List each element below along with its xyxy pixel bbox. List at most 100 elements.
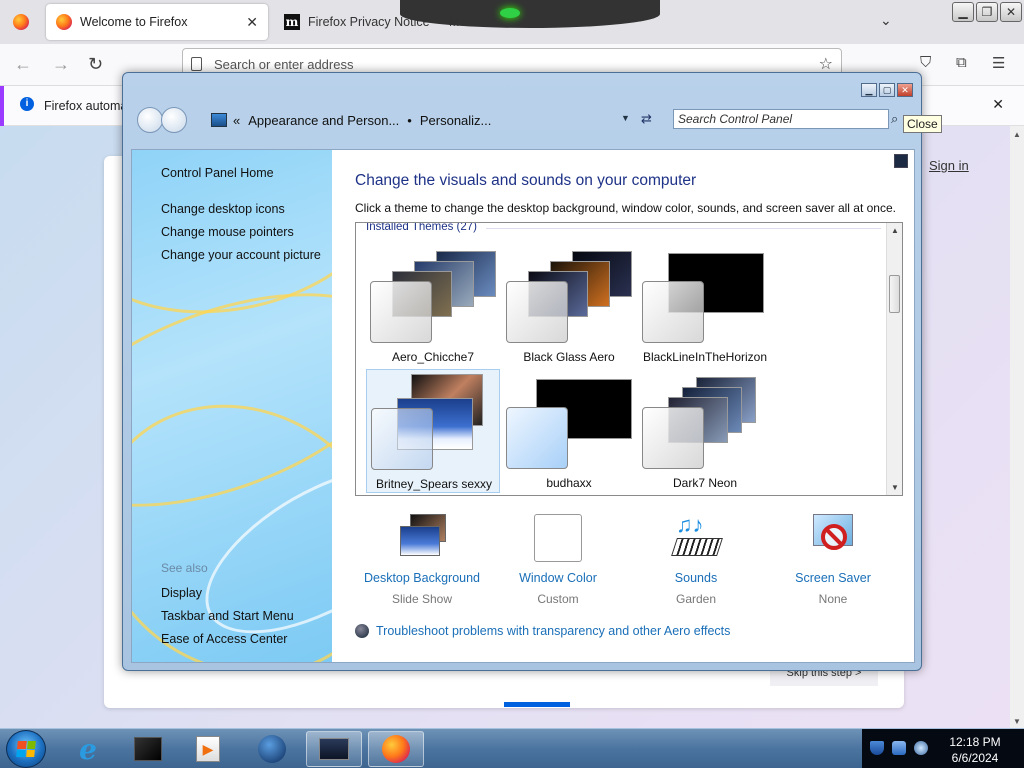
- help-icon[interactable]: [894, 154, 908, 168]
- chevron-down-icon[interactable]: ⌄: [880, 12, 892, 29]
- setting-value: None: [818, 592, 848, 606]
- cp-maximize-button[interactable]: ▢: [879, 83, 895, 97]
- screen-saver-setting[interactable]: Screen Saver None: [768, 512, 898, 606]
- cp-close-button[interactable]: ✕: [897, 83, 913, 97]
- pocket-icon[interactable]: ⛉: [920, 54, 931, 71]
- theme-blacklineinthehorizon[interactable]: BlackLineInTheHorizon: [638, 243, 772, 367]
- search-icon[interactable]: ⌕: [891, 111, 898, 127]
- security-shield-icon[interactable]: [870, 741, 884, 755]
- scroll-down-icon[interactable]: ▼: [891, 483, 899, 492]
- firefox-icon: [382, 735, 410, 763]
- windows-logo-icon: [16, 741, 36, 757]
- theme-color-swatch: [370, 281, 432, 343]
- firefox-tab-bar: Welcome to Firefox ✕ m Firefox Privacy N…: [0, 0, 1024, 44]
- clock-time: 12:18 PM: [949, 735, 1001, 749]
- tab-welcome[interactable]: Welcome to Firefox ✕: [46, 4, 268, 40]
- minimize-button[interactable]: ▁: [952, 2, 974, 22]
- onboarding-progress: [504, 702, 570, 707]
- network-icon[interactable]: [892, 741, 906, 755]
- theme-dark7-neon[interactable]: Dark7 Neon: [638, 369, 772, 493]
- firefox-view-button[interactable]: [0, 4, 42, 40]
- notice-text: Firefox automa: [44, 99, 128, 113]
- taskbar-internet-explorer[interactable]: e: [60, 731, 116, 767]
- system-tray: 12:18 PM 6/6/2024: [862, 729, 1024, 768]
- menu-icon[interactable]: ☰: [992, 54, 1005, 72]
- sidebar-link-mouse-pointers[interactable]: Change mouse pointers: [161, 225, 294, 239]
- sidebar-link-desktop-icons[interactable]: Change desktop icons: [161, 202, 285, 216]
- sidebar-link-home[interactable]: Control Panel Home: [161, 166, 274, 180]
- scroll-up-icon[interactable]: ▲: [891, 226, 899, 235]
- reload-icon[interactable]: ↻: [88, 54, 103, 75]
- troubleshoot-link[interactable]: Troubleshoot problems with transparency …: [355, 624, 730, 638]
- sounds-icon: ♫♪: [670, 512, 723, 562]
- desktop-background-icon: [396, 512, 448, 562]
- cp-search-input[interactable]: Search Control Panel: [673, 109, 889, 129]
- theme-list-scrollbar[interactable]: ▲ ▼: [886, 223, 902, 495]
- forward-arrow-icon[interactable]: →: [52, 54, 70, 75]
- personalization-window: ▁ ▢ ✕ « Appearance and Person... • Perso…: [122, 72, 922, 671]
- info-icon: i: [20, 97, 34, 111]
- scroll-thumb[interactable]: [889, 275, 900, 313]
- window-color-setting[interactable]: Window Color Custom: [493, 512, 623, 606]
- internet-explorer-icon: e: [79, 732, 97, 766]
- refresh-icon[interactable]: ⇄: [641, 111, 652, 127]
- theme-name: Aero_Chicche7: [391, 350, 475, 364]
- close-icon[interactable]: ✕: [992, 96, 1004, 113]
- breadcrumb-item-appearance[interactable]: Appearance and Person...: [248, 113, 399, 128]
- setting-label: Sounds: [674, 571, 718, 585]
- theme-name: Black Glass Aero: [523, 350, 615, 364]
- taskbar: e ▶ 12:18 PM 6/6/2024: [0, 728, 1024, 768]
- page-scrollbar[interactable]: ▲ ▼: [1010, 126, 1024, 730]
- screen-saver-icon: [807, 512, 859, 562]
- sidebar-link-account-picture[interactable]: Change your account picture: [161, 248, 321, 262]
- theme-color-swatch: [642, 281, 704, 343]
- page-icon: [191, 57, 202, 71]
- taskbar-app-black[interactable]: [120, 731, 176, 767]
- cp-forward-button[interactable]: [161, 107, 187, 133]
- tab-title: Welcome to Firefox: [80, 15, 188, 29]
- breadcrumb: « Appearance and Person... • Personaliz.…: [211, 109, 711, 131]
- taskbar-control-panel[interactable]: [306, 731, 362, 767]
- extensions-icon[interactable]: ⧉: [956, 54, 967, 71]
- theme-black-glass-aero[interactable]: Black Glass Aero: [502, 243, 636, 367]
- sidebar-link-taskbar[interactable]: Taskbar and Start Menu: [161, 609, 294, 623]
- clock[interactable]: 12:18 PM 6/6/2024: [936, 734, 1014, 766]
- theme-budhaxx[interactable]: budhaxx: [502, 369, 636, 493]
- sign-in-link[interactable]: Sign in: [929, 158, 969, 173]
- maximize-button[interactable]: ❐: [976, 2, 998, 22]
- cp-back-button[interactable]: [137, 107, 163, 133]
- back-arrow-icon[interactable]: ←: [14, 54, 32, 75]
- setting-label: Screen Saver: [795, 571, 871, 585]
- sounds-setting[interactable]: ♫♪ Sounds Garden: [631, 512, 761, 606]
- cp-minimize-button[interactable]: ▁: [861, 83, 877, 97]
- start-button[interactable]: [6, 730, 46, 768]
- sidebar-link-display[interactable]: Display: [161, 586, 202, 600]
- close-window-button[interactable]: ✕: [1000, 2, 1022, 22]
- sidebar-link-ease-of-access[interactable]: Ease of Access Center: [161, 632, 287, 646]
- control-panel-icon: [211, 113, 227, 127]
- chevron-down-icon[interactable]: ▼: [621, 113, 630, 123]
- breadcrumb-item-personalization[interactable]: Personaliz...: [420, 113, 492, 128]
- theme-britney-spears-sexxy[interactable]: Britney_Spears sexxy: [366, 369, 500, 493]
- scroll-down-icon[interactable]: ▼: [1013, 717, 1021, 726]
- theme-aero-chicche7[interactable]: Aero_Chicche7: [366, 243, 500, 367]
- tab-privacy-notice[interactable]: m Firefox Privacy Notice — Mo: [274, 4, 474, 40]
- scroll-up-icon[interactable]: ▲: [1013, 130, 1021, 139]
- taskbar-media-player[interactable]: ▶: [180, 731, 236, 767]
- close-icon[interactable]: ✕: [246, 14, 258, 31]
- volume-icon[interactable]: [914, 741, 928, 755]
- theme-name: Britney_Spears sexxy: [375, 477, 493, 491]
- desktop-background-setting[interactable]: Desktop Background Slide Show: [357, 512, 487, 606]
- theme-color-swatch: [506, 407, 568, 469]
- notice-stripe: [0, 86, 4, 126]
- breadcrumb-overflow-icon[interactable]: «: [233, 113, 240, 128]
- window-color-icon: [532, 512, 584, 562]
- theme-name: budhaxx: [546, 476, 592, 490]
- setting-label: Window Color: [519, 571, 597, 585]
- taskbar-globe-app[interactable]: [244, 731, 300, 767]
- cp-nav-buttons: [137, 107, 187, 133]
- troubleshoot-icon: [355, 624, 369, 638]
- breadcrumb-separator-icon[interactable]: •: [407, 113, 412, 128]
- taskbar-firefox[interactable]: [368, 731, 424, 767]
- bookmark-star-icon[interactable]: ☆: [819, 54, 833, 74]
